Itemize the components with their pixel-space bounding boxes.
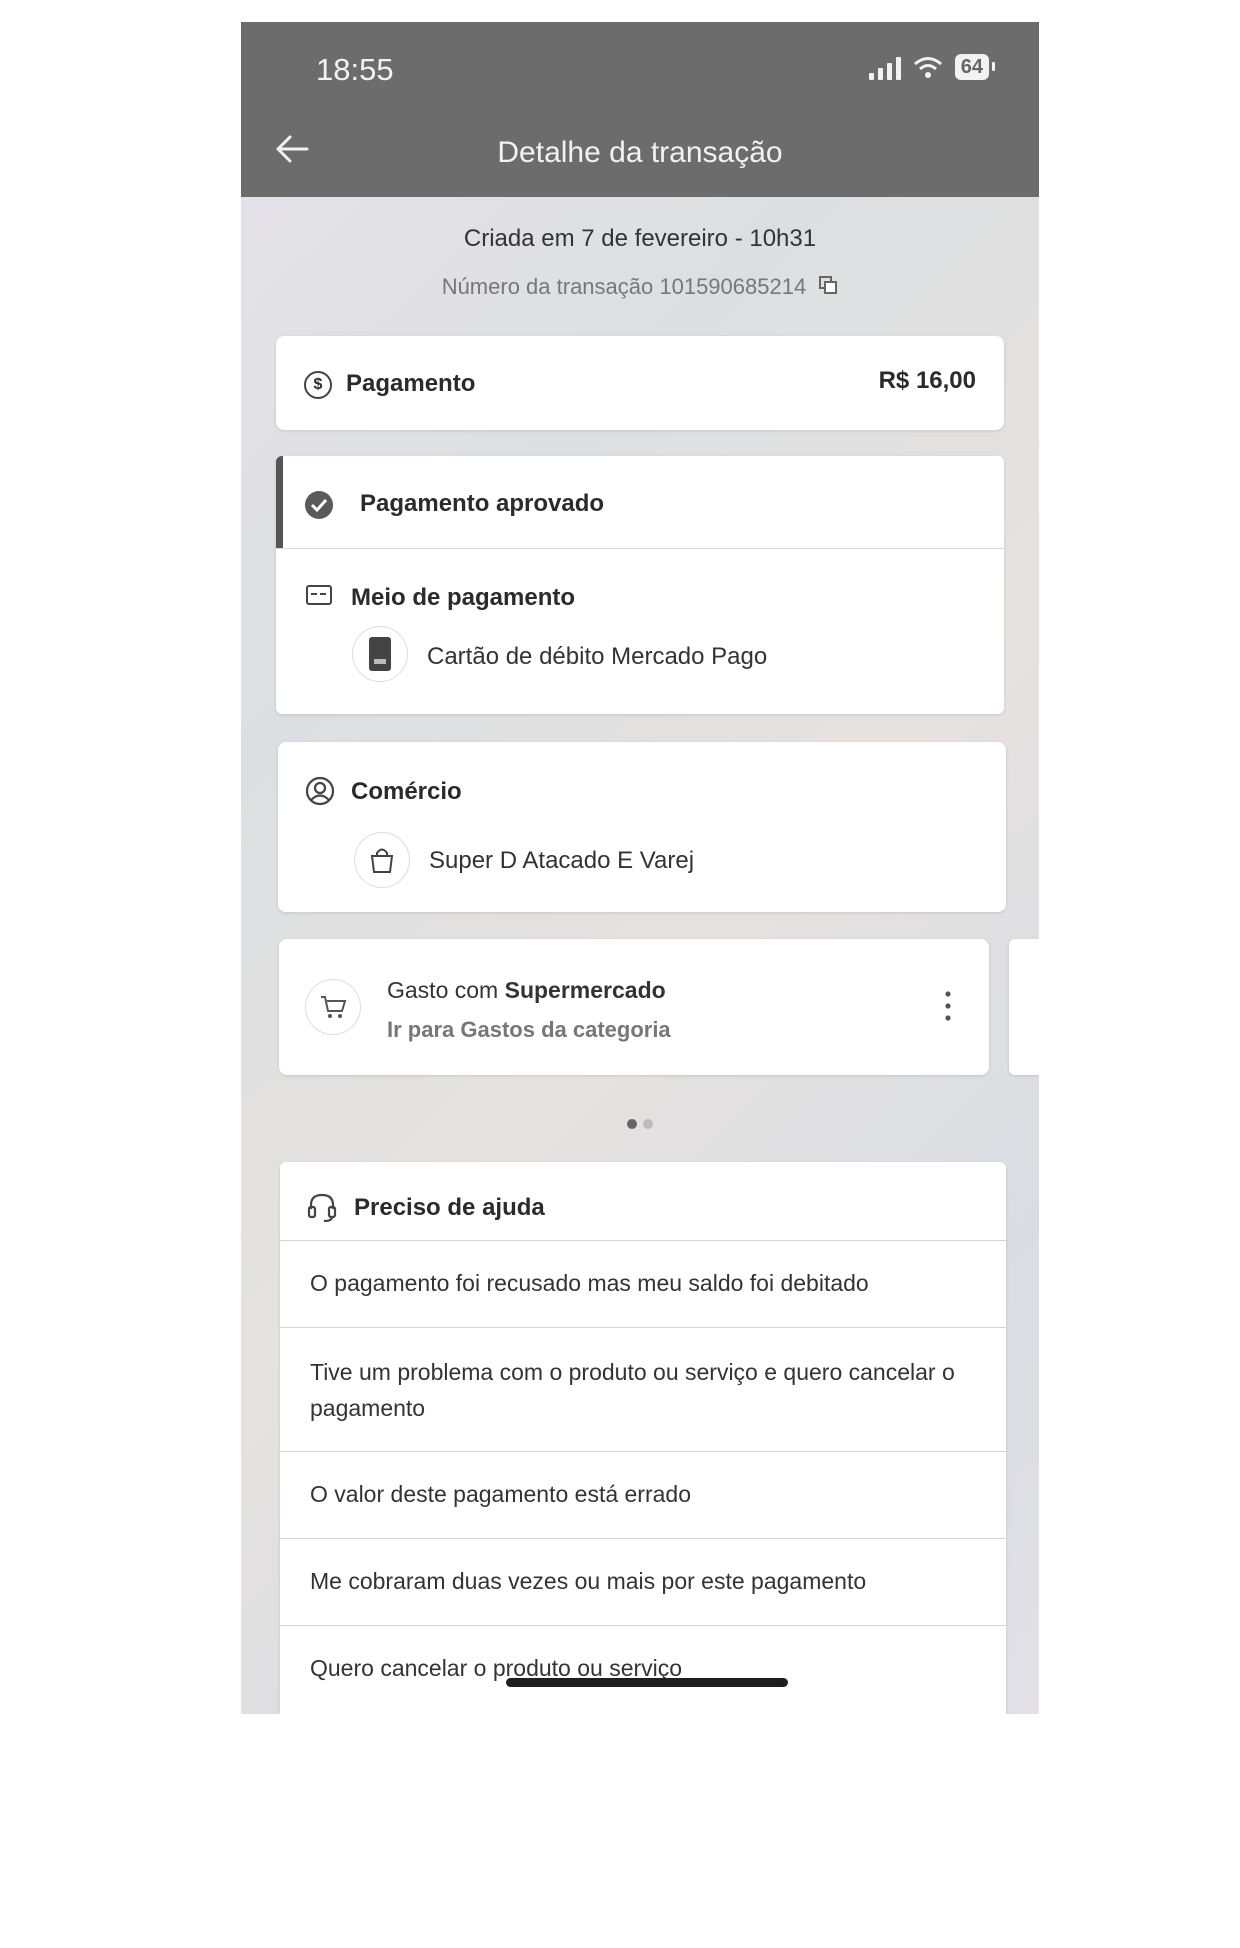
- next-card-peek: [1009, 939, 1039, 1075]
- dollar-icon: $: [304, 371, 332, 399]
- help-item-label: O valor deste pagamento está errado: [310, 1481, 692, 1507]
- help-item-label: O pagamento foi recusado mas meu saldo f…: [310, 1270, 869, 1296]
- status-card: Pagamento aprovado Meio de pagamento Car…: [276, 456, 1004, 714]
- shopping-bag-icon: [354, 832, 410, 888]
- user-circle-icon: [305, 776, 335, 811]
- help-item-label: Me cobraram duas vezes ou mais por este …: [310, 1568, 867, 1594]
- phone-screen: 18:55 64 Detalhe da transação Criada em …: [241, 22, 1039, 1714]
- category-prefix: Gasto com: [387, 977, 499, 1003]
- headset-icon: [307, 1192, 337, 1229]
- carousel-dot: [643, 1119, 653, 1129]
- payment-amount: R$ 16,00: [878, 367, 976, 394]
- battery-indicator: 64: [954, 54, 996, 80]
- transaction-number: Número da transação 101590685214: [441, 274, 807, 299]
- help-item[interactable]: O pagamento foi recusado mas meu saldo f…: [280, 1240, 1006, 1327]
- help-item-label: Tive um problema com o produto ou serviç…: [310, 1359, 955, 1421]
- payment-label: Pagamento: [346, 370, 476, 397]
- top-bar: 18:55 64 Detalhe da transação: [241, 22, 1039, 197]
- merchant-title: Comércio: [351, 778, 462, 805]
- credit-card-icon: [306, 585, 332, 610]
- transaction-number-row: Número da transação 101590685214: [241, 274, 1039, 301]
- payment-method-value: Cartão de débito Mercado Pago: [427, 643, 768, 670]
- payment-card: $ Pagamento R$ 16,00: [276, 336, 1004, 430]
- category-line: Gasto com Supermercado: [387, 977, 666, 1004]
- help-item[interactable]: Quero cancelar o produto ou serviço: [280, 1625, 1006, 1714]
- more-options-icon[interactable]: [945, 991, 951, 1026]
- category-card[interactable]: Gasto com Supermercado Ir para Gastos da…: [279, 939, 989, 1075]
- signal-icon: [868, 56, 901, 80]
- carousel-dots: [627, 1119, 653, 1129]
- help-card: Preciso de ajuda O pagamento foi recusad…: [280, 1162, 1006, 1714]
- status-icons: 64: [868, 54, 996, 80]
- help-item[interactable]: Tive um problema com o produto ou serviç…: [280, 1327, 1006, 1451]
- check-circle-icon: [304, 490, 334, 525]
- home-indicator[interactable]: [506, 1678, 788, 1687]
- help-item[interactable]: O valor deste pagamento está errado: [280, 1451, 1006, 1538]
- category-link[interactable]: Ir para Gastos da categoria: [387, 1017, 671, 1043]
- divider: [276, 548, 1004, 549]
- category-name: Supermercado: [504, 977, 666, 1003]
- shopping-cart-icon: [305, 979, 361, 1035]
- status-accent-bar: [276, 456, 283, 548]
- payment-method-title: Meio de pagamento: [351, 584, 576, 611]
- page-title: Detalhe da transação: [497, 136, 783, 169]
- wifi-icon: [913, 57, 942, 78]
- status-time: 18:55: [316, 52, 394, 87]
- created-date: Criada em 7 de fevereiro - 10h31: [463, 225, 817, 252]
- merchant-card: Comércio Super D Atacado E Varej: [278, 742, 1006, 912]
- card-thumbnail-icon: [352, 626, 408, 682]
- copy-icon[interactable]: [818, 275, 838, 301]
- merchant-name: Super D Atacado E Varej: [429, 847, 695, 874]
- status-label: Pagamento aprovado: [360, 490, 605, 517]
- help-item[interactable]: Me cobraram duas vezes ou mais por este …: [280, 1538, 1006, 1625]
- carousel-dot-active: [627, 1119, 637, 1129]
- help-title: Preciso de ajuda: [354, 1194, 545, 1221]
